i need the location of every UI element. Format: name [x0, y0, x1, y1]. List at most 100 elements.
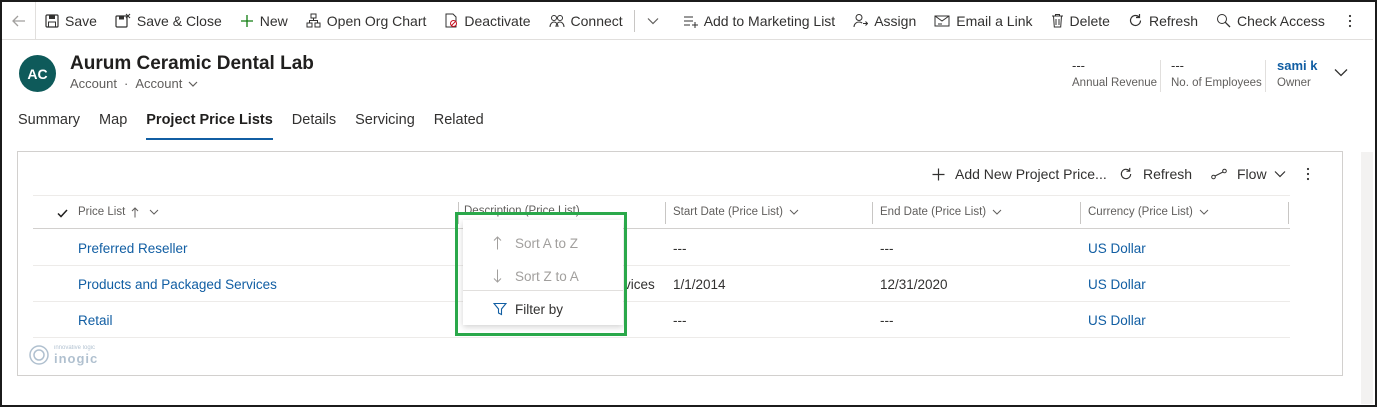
new-button[interactable]: New	[231, 2, 297, 40]
avatar: AC	[19, 55, 56, 92]
record-title: Aurum Ceramic Dental Lab	[70, 53, 314, 74]
chevron-down-icon	[647, 17, 659, 24]
command-separator	[671, 10, 672, 32]
inogic-watermark: innovative logic inogic	[28, 344, 98, 366]
price-list-link[interactable]: Preferred Reseller	[78, 241, 188, 256]
table-row[interactable]: Preferred Reseller --- --- US Dollar	[33, 230, 1290, 266]
check-access-icon	[1217, 14, 1231, 28]
price-list-link[interactable]: Retail	[78, 313, 113, 328]
chevron-down-icon	[1199, 209, 1209, 215]
form-selector[interactable]: Account	[135, 76, 198, 91]
select-all-checkbox[interactable]	[57, 205, 68, 223]
column-divider	[872, 202, 873, 224]
plus-icon	[932, 168, 945, 180]
tab-project-price-lists[interactable]: Project Price Lists	[146, 112, 273, 140]
column-header-price-list[interactable]: Price List	[78, 206, 159, 218]
deactivate-button[interactable]: Deactivate	[435, 2, 539, 40]
assign-label: Assign	[874, 12, 917, 29]
sort-up-arrow-icon	[131, 206, 139, 217]
trash-icon	[1051, 14, 1063, 28]
column-header-start-date[interactable]: Start Date (Price List)	[673, 206, 799, 218]
refresh-icon	[1120, 167, 1132, 180]
entity-name: Account	[70, 76, 117, 91]
employees-value: ---	[1171, 58, 1184, 73]
flow-button[interactable]: Flow	[1211, 164, 1286, 184]
connect-button[interactable]: Connect	[540, 2, 632, 40]
add-new-label: Add New Project Price...	[955, 166, 1107, 182]
connect-more-button[interactable]	[637, 17, 669, 25]
scrollbar[interactable]	[1361, 152, 1373, 404]
filter-by-menu-item[interactable]: Filter by	[463, 293, 623, 325]
column-header-label: Currency (Price List)	[1088, 206, 1193, 218]
separator-dot: ·	[123, 76, 129, 91]
owner-label: Owner	[1277, 77, 1311, 89]
record-subtitle: Account · Account	[70, 76, 198, 91]
add-to-marketing-list-button[interactable]: Add to Marketing List	[674, 2, 845, 40]
column-divider	[458, 202, 459, 224]
header-field-owner: sami k Owner	[1277, 58, 1317, 89]
sort-z-to-a-menu-item[interactable]: Sort Z to A	[463, 260, 623, 292]
back-button[interactable]	[2, 1, 36, 40]
tab-servicing[interactable]: Servicing	[355, 112, 415, 140]
price-list-link[interactable]: Products and Packaged Services	[78, 277, 277, 292]
save-close-button[interactable]: Save & Close	[106, 2, 231, 40]
more-vertical-icon	[1306, 167, 1310, 181]
currency-link[interactable]: US Dollar	[1088, 313, 1146, 328]
more-commands-button[interactable]	[1334, 14, 1366, 28]
open-org-chart-button[interactable]: Open Org Chart	[297, 2, 436, 40]
add-to-marketing-list-label: Add to Marketing List	[703, 12, 836, 29]
form-name: Account	[135, 76, 183, 91]
form-tabs: Summary Map Project Price Lists Details …	[18, 112, 503, 140]
refresh-button[interactable]: Refresh	[1119, 2, 1207, 40]
table-row[interactable]: Products and Packaged Services 1/1/2014 …	[33, 266, 1290, 302]
end-date-cell: ---	[880, 241, 894, 256]
column-header-description[interactable]: Description (Price List)	[464, 205, 580, 217]
tab-details[interactable]: Details	[292, 112, 336, 140]
column-header-end-date[interactable]: End Date (Price List)	[880, 206, 1002, 218]
org-chart-icon	[306, 13, 321, 28]
tab-map[interactable]: Map	[99, 112, 127, 140]
save-icon	[45, 13, 59, 28]
grid-more-button[interactable]	[1306, 164, 1320, 184]
header-expand-button[interactable]	[1334, 64, 1348, 82]
chevron-down-icon	[1334, 69, 1348, 77]
tab-related[interactable]: Related	[434, 112, 484, 140]
deactivate-icon	[445, 13, 458, 28]
arrow-up-icon	[493, 236, 502, 250]
start-date-cell: 1/1/2014	[673, 277, 726, 292]
logo-icon	[29, 345, 49, 365]
employees-label: No. of Employees	[1171, 77, 1262, 89]
assign-icon	[853, 14, 869, 28]
filter-by-label: Filter by	[515, 301, 564, 317]
connect-label: Connect	[570, 12, 623, 29]
email-a-link-button[interactable]: Email a Link	[925, 2, 1041, 40]
save-label: Save	[65, 12, 97, 29]
open-org-chart-label: Open Org Chart	[326, 12, 427, 29]
check-access-button[interactable]: Check Access	[1207, 2, 1334, 40]
column-header-currency[interactable]: Currency (Price List)	[1088, 206, 1209, 218]
grid-refresh-button[interactable]: Refresh	[1119, 164, 1192, 184]
refresh-icon	[1129, 14, 1142, 27]
assign-button[interactable]: Assign	[844, 2, 925, 40]
flow-label: Flow	[1237, 166, 1267, 182]
delete-button[interactable]: Delete	[1042, 2, 1119, 40]
currency-link[interactable]: US Dollar	[1088, 277, 1146, 292]
owner-link[interactable]: sami k	[1277, 58, 1317, 73]
chevron-down-icon	[1274, 171, 1285, 178]
tab-summary[interactable]: Summary	[18, 112, 80, 140]
arrow-down-icon	[493, 269, 502, 283]
save-close-label: Save & Close	[136, 12, 222, 29]
new-label: New	[259, 12, 288, 29]
table-row[interactable]: Retail --- --- US Dollar	[33, 302, 1290, 338]
connect-icon	[549, 14, 565, 27]
end-date-cell: 12/31/2020	[880, 277, 948, 292]
sort-a-to-z-label: Sort A to Z	[515, 235, 579, 251]
chevron-down-icon	[789, 209, 799, 215]
currency-link[interactable]: US Dollar	[1088, 241, 1146, 256]
sort-a-to-z-menu-item[interactable]: Sort A to Z	[463, 227, 623, 259]
add-new-project-price-button[interactable]: Add New Project Price...	[932, 164, 1107, 184]
column-header-label: Start Date (Price List)	[673, 206, 783, 218]
header-divider	[1265, 60, 1266, 92]
column-divider	[1080, 202, 1081, 224]
save-button[interactable]: Save	[36, 2, 106, 40]
